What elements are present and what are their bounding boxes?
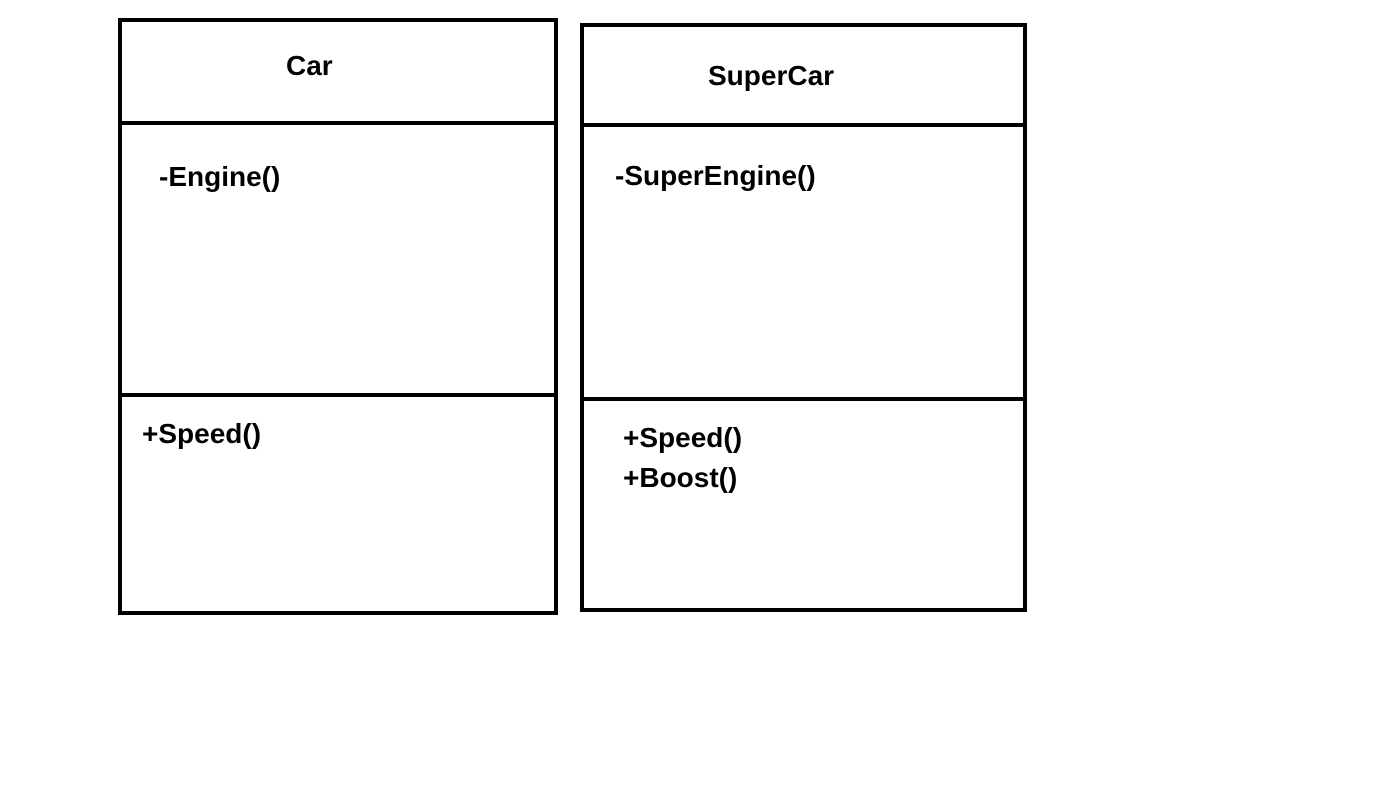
class-divider	[584, 397, 1023, 401]
class-box-car: Car -Engine() +Speed()	[118, 18, 558, 615]
class-operation: +Speed()	[142, 418, 262, 449]
class-attribute: -SuperEngine()	[615, 160, 816, 191]
class-name: SuperCar	[708, 60, 835, 91]
class-divider	[122, 121, 554, 125]
class-box-supercar: SuperCar -SuperEngine() +Speed() +Boost(…	[580, 23, 1027, 612]
class-operation: +Speed()	[623, 422, 743, 453]
class-operation: +Boost()	[623, 462, 738, 493]
class-name: Car	[286, 50, 333, 81]
class-attribute: -Engine()	[159, 161, 281, 192]
class-divider	[584, 123, 1023, 127]
class-divider	[122, 393, 554, 397]
